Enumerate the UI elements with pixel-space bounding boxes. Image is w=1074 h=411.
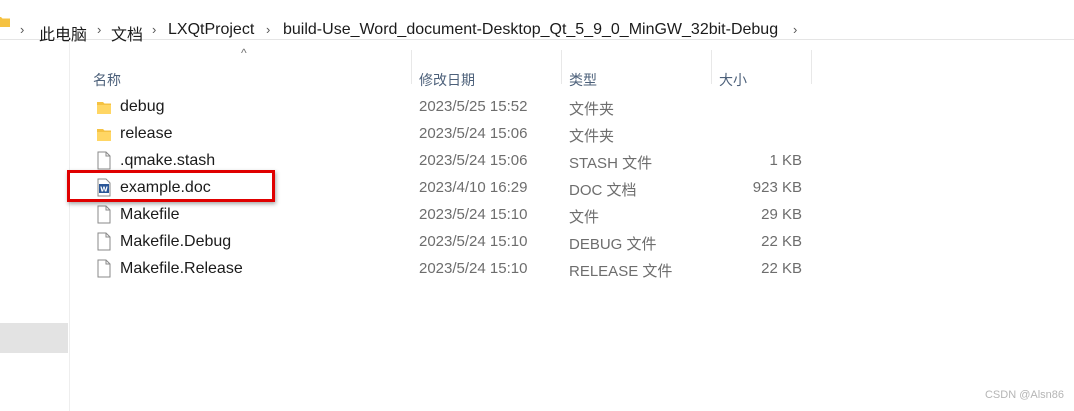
file-row-makefile-debug[interactable]: Makefile.Debug 2023/5/24 15:10 DEBUG 文件 … (88, 228, 808, 255)
file-type: 文件夹 (569, 128, 615, 145)
file-size: 22 KB (761, 260, 802, 277)
file-type: 文件夹 (569, 101, 615, 118)
chevron-right-icon[interactable]: › (793, 22, 797, 37)
sort-ascending-icon: ^ (241, 46, 247, 60)
chevron-right-icon[interactable]: › (97, 22, 101, 37)
file-name: Makefile.Debug (120, 233, 232, 250)
file-name: release (120, 125, 173, 142)
column-divider[interactable] (561, 50, 562, 84)
file-type: DEBUG 文件 (569, 236, 657, 253)
chevron-right-icon[interactable]: › (266, 22, 270, 37)
folder-icon (97, 102, 111, 114)
nav-selected-item[interactable] (0, 323, 68, 353)
file-type: 文件 (569, 209, 600, 226)
file-size: 1 KB (769, 152, 802, 169)
file-size: 923 KB (752, 179, 802, 196)
file-icon (97, 151, 111, 170)
breadcrumb-documents[interactable]: 文档 (111, 21, 143, 45)
file-icon (97, 205, 111, 224)
file-date: 2023/5/24 15:10 (419, 206, 528, 223)
file-type: RELEASE 文件 (569, 263, 673, 280)
file-row-release[interactable]: release 2023/5/24 15:06 文件夹 (88, 120, 808, 147)
file-date: 2023/4/10 16:29 (419, 179, 528, 196)
file-date: 2023/5/24 15:10 (419, 233, 528, 250)
file-type: STASH 文件 (569, 155, 653, 172)
breadcrumb-build-folder[interactable]: build-Use_Word_document-Desktop_Qt_5_9_0… (283, 21, 778, 39)
file-type: DOC 文档 (569, 182, 637, 199)
column-header-type[interactable]: 类型 (569, 70, 597, 90)
file-date: 2023/5/24 15:06 (419, 125, 528, 142)
file-date: 2023/5/25 15:52 (419, 98, 528, 115)
file-row-debug[interactable]: debug 2023/5/25 15:52 文件夹 (88, 93, 808, 120)
file-date: 2023/5/24 15:06 (419, 152, 528, 169)
address-bar[interactable]: › 此电脑 › 文档 › LXQtProject › build-Use_Wor… (0, 0, 1074, 44)
column-divider[interactable] (711, 50, 712, 84)
folder-icon (0, 17, 10, 27)
file-icon (97, 259, 111, 278)
breadcrumb-lxqtproject[interactable]: LXQtProject (168, 21, 254, 39)
file-name: Makefile (120, 206, 180, 223)
file-name: debug (120, 98, 165, 115)
column-header-size[interactable]: 大小 (719, 70, 747, 90)
file-row-makefile[interactable]: Makefile 2023/5/24 15:10 文件 29 KB (88, 201, 808, 228)
column-header-date[interactable]: 修改日期 (419, 70, 475, 90)
folder-icon (97, 129, 111, 141)
column-divider[interactable] (411, 50, 412, 84)
navigation-pane[interactable] (0, 40, 70, 411)
file-row-makefile-release[interactable]: Makefile.Release 2023/5/24 15:10 RELEASE… (88, 255, 808, 282)
highlight-annotation-box (67, 170, 275, 202)
file-size: 29 KB (761, 206, 802, 223)
chevron-right-icon[interactable]: › (152, 22, 156, 37)
file-name: .qmake.stash (120, 152, 216, 169)
file-icon (97, 232, 111, 251)
watermark: CSDN @Alsn86 (984, 389, 1064, 401)
column-header-name[interactable]: 名称 (93, 70, 121, 90)
file-name: Makefile.Release (120, 260, 243, 277)
column-divider[interactable] (811, 50, 812, 84)
file-size: 22 KB (761, 233, 802, 250)
file-date: 2023/5/24 15:10 (419, 260, 528, 277)
chevron-right-icon[interactable]: › (20, 22, 24, 37)
